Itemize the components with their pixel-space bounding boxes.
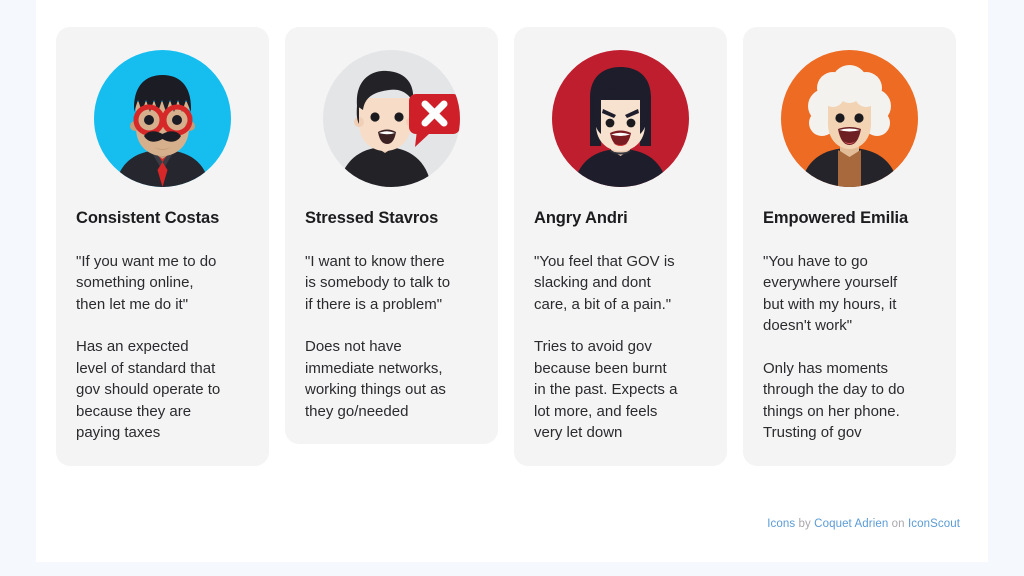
avatar: [56, 27, 269, 209]
persona-description: Tries to avoid gov because been burnt in…: [534, 338, 678, 442]
avatar: [514, 27, 727, 209]
angry-woman-avatar: [552, 49, 689, 187]
persona-card-empowered-emilia[interactable]: Empowered Emilia "You have to go everywh…: [743, 27, 956, 466]
worried-man-with-error-speech-bubble-avatar: [323, 49, 460, 187]
avatar: [285, 27, 498, 209]
card-text: Stressed Stavros "I want to know there i…: [285, 209, 498, 422]
persona-name: Empowered Emilia: [763, 209, 909, 227]
avatar: [743, 27, 956, 209]
man-with-glasses-and-mustache-avatar: [94, 49, 231, 187]
persona-quote: "I want to know there is somebody to tal…: [305, 252, 451, 313]
persona-name: Angry Andri: [534, 209, 628, 227]
persona-card-consistent-costas[interactable]: Consistent Costas "If you want me to do …: [56, 27, 269, 466]
persona-card-angry-andri[interactable]: Angry Andri "You feel that GOV is slacki…: [514, 27, 727, 466]
attribution-by-text: by: [798, 518, 811, 530]
attribution-icons-link[interactable]: Icons: [767, 518, 795, 530]
card-text: Angry Andri "You feel that GOV is slacki…: [514, 209, 727, 444]
card-text: Empowered Emilia "You have to go everywh…: [743, 209, 956, 444]
icon-attribution: Icons by Coquet Adrien on IconScout: [767, 517, 960, 531]
persona-quote: "You have to go everywhere yourself but …: [763, 252, 898, 335]
slide-canvas: Consistent Costas "If you want me to do …: [36, 0, 988, 562]
attribution-on-text: on: [891, 518, 905, 530]
persona-card-stressed-stavros[interactable]: Stressed Stavros "I want to know there i…: [285, 27, 498, 445]
persona-description: Has an expected level of standard that g…: [76, 338, 221, 442]
persona-description: Does not have immediate networks, workin…: [305, 338, 446, 420]
persona-card-row: Consistent Costas "If you want me to do …: [56, 27, 968, 466]
attribution-site-link[interactable]: IconScout: [908, 518, 960, 530]
persona-name: Stressed Stavros: [305, 209, 439, 227]
attribution-author-link[interactable]: Coquet Adrien: [814, 518, 888, 530]
card-text: Consistent Costas "If you want me to do …: [56, 209, 269, 444]
persona-name: Consistent Costas: [76, 209, 220, 227]
persona-quote: "You feel that GOV is slacking and dont …: [534, 252, 675, 313]
persona-quote: "If you want me to do something online, …: [76, 252, 217, 313]
smiling-elderly-woman-avatar: [781, 49, 918, 187]
persona-description: Only has moments through the day to do t…: [763, 359, 905, 442]
